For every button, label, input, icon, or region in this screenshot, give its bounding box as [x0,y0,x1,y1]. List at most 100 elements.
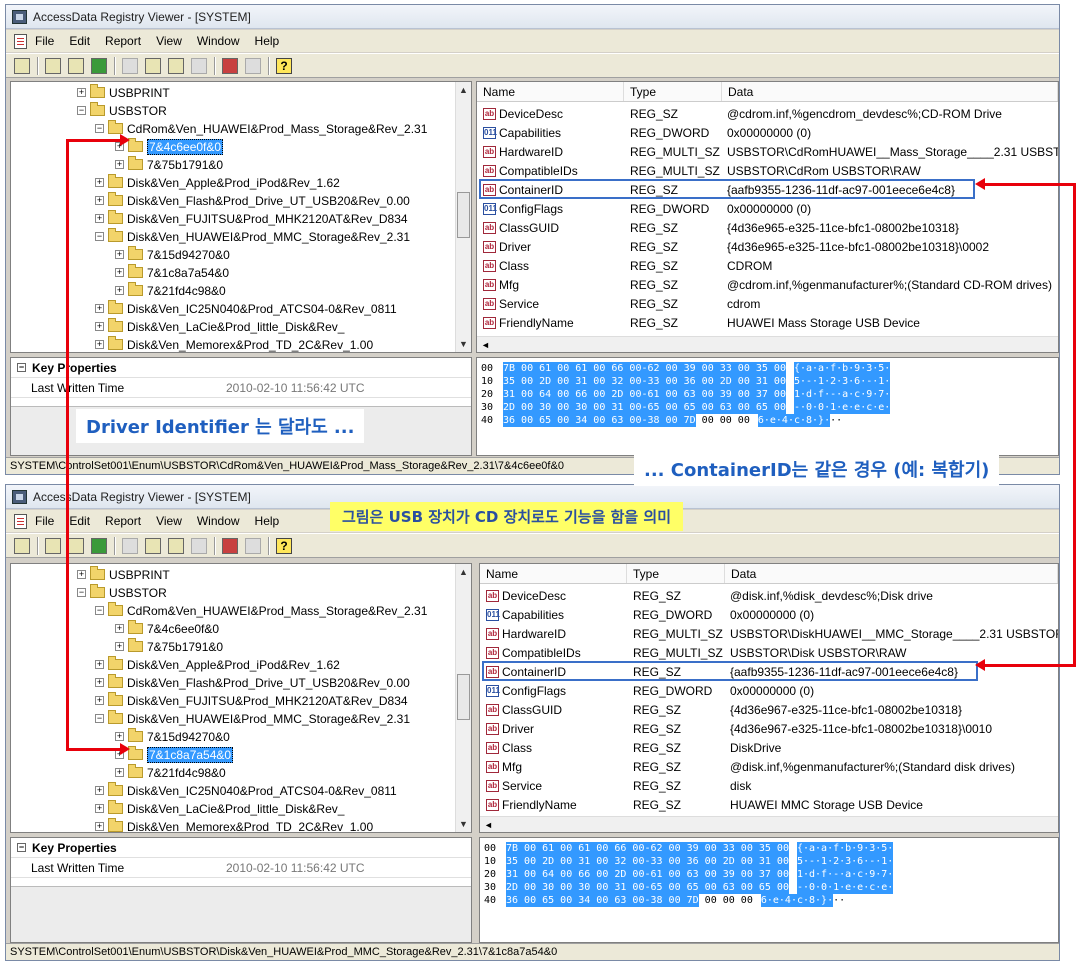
value-row[interactable]: ab Service REG_SZ disk [480,776,1058,795]
report-add-icon[interactable] [168,57,184,74]
list-hscrollbar[interactable]: ◄ [477,336,1058,352]
tree-scrollbar[interactable]: ▲ ▼ [455,82,471,352]
tree-node-label[interactable]: 7&4c6ee0f&0 [147,622,219,636]
tree-node-label[interactable]: 7&15d94270&0 [147,730,230,744]
value-row[interactable]: ab DeviceDesc REG_SZ @disk.inf,%disk_devdes… [480,586,1058,605]
collapse-icon[interactable]: − [95,124,104,133]
expand-icon[interactable]: + [95,340,104,349]
tree-scrollbar[interactable]: ▲ ▼ [455,564,471,832]
value-row[interactable]: ab FriendlyName REG_SZ HUAWEI MMC Storage U… [480,795,1058,814]
column-type[interactable]: Type [627,564,725,583]
value-row[interactable]: 011 ConfigFlags REG_DWORD 0x00000000 (0) [480,681,1058,700]
tree-node[interactable]: +7&4c6ee0f&0 [115,137,224,156]
tree-node[interactable]: − CdRom&Ven_HUAWEI&Prod_Mass_Storage&Rev_… [95,119,427,138]
find-next-icon[interactable] [245,537,261,554]
help-icon[interactable]: ? [276,537,292,554]
tree-node[interactable]: − USBSTOR [77,583,167,602]
value-row[interactable]: ab Mfg REG_SZ @disk.inf,%genmanufacturer%;(… [480,757,1058,776]
expand-icon[interactable]: + [95,304,104,313]
expand-icon[interactable]: + [95,660,104,669]
menu-file[interactable]: File [35,34,54,48]
tree-node-label[interactable]: USBPRINT [109,86,170,100]
tree-node-label[interactable]: 7&21fd4c98&0 [147,766,226,780]
tree-node[interactable]: + Disk&Ven_Apple&Prod_iPod&Rev_1.62 [95,655,340,674]
report-view-icon[interactable] [191,57,207,74]
value-row[interactable]: ab Driver REG_SZ {4d36e967-e325-11ce-bfc1-0… [480,719,1058,738]
print-icon[interactable] [45,537,61,554]
value-row[interactable]: ab DeviceDesc REG_SZ @cdrom.inf,%gencdrom_d… [477,104,1058,123]
expand-icon[interactable]: + [95,804,104,813]
expand-icon[interactable]: + [77,88,86,97]
expand-icon[interactable]: + [95,822,104,831]
tree-node[interactable]: + Disk&Ven_IC25N040&Prod_ATCS04-0&Rev_081… [95,299,397,318]
tree-node[interactable]: +7&75b1791&0 [115,155,223,174]
collapse-icon[interactable]: − [77,106,86,115]
tree-node-label[interactable]: Disk&Ven_Memorex&Prod_TD_2C&Rev_1.00 [127,338,373,352]
expand-icon[interactable]: + [95,322,104,331]
expand-icon[interactable]: + [115,286,124,295]
collapse-icon[interactable]: − [95,714,104,723]
value-row[interactable]: ab HardwareID REG_MULTI_SZ USBSTOR\CdRomHUA… [477,142,1058,161]
report-icon[interactable] [145,57,161,74]
value-row[interactable]: ab FriendlyName REG_SZ HUAWEI Mass Storage … [477,313,1058,332]
report-icon[interactable] [145,537,161,554]
tree-node-label[interactable]: CdRom&Ven_HUAWEI&Prod_Mass_Storage&Rev_2… [127,604,427,618]
collapse-icon[interactable]: − [95,606,104,615]
tree-node-label[interactable]: USBPRINT [109,568,170,582]
tree-node-label[interactable]: Disk&Ven_HUAWEI&Prod_MMC_Storage&Rev_2.3… [127,230,410,244]
scroll-down-arrow-icon[interactable]: ▼ [456,336,471,352]
menu-window[interactable]: Window [197,514,240,528]
expand-icon[interactable]: + [115,268,124,277]
expand-icon[interactable]: + [115,768,124,777]
tree-node-label[interactable]: Disk&Ven_Apple&Prod_iPod&Rev_1.62 [127,176,340,190]
menu-view[interactable]: View [156,514,182,528]
tree-node-label[interactable]: 7&15d94270&0 [147,248,230,262]
collapse-icon[interactable]: − [17,363,26,372]
scroll-thumb[interactable] [457,192,470,238]
column-type[interactable]: Type [624,82,722,101]
scroll-up-arrow-icon[interactable]: ▲ [456,564,471,580]
key-properties-header[interactable]: − Key Properties [11,838,471,858]
expand-icon[interactable]: + [115,732,124,741]
value-row[interactable]: 011 Capabilities REG_DWORD 0x00000000 (0) [480,605,1058,624]
tree-node[interactable]: + USBPRINT [77,565,170,584]
expand-icon[interactable]: + [115,250,124,259]
collapse-icon[interactable]: − [77,588,86,597]
menu-report[interactable]: Report [105,34,141,48]
tree-node-label[interactable]: Disk&Ven_FUJITSU&Prod_MHK2120AT&Rev_D834 [127,212,408,226]
tree-node-label[interactable]: 7&75b1791&0 [147,640,223,654]
tree-node-label[interactable]: Disk&Ven_Apple&Prod_iPod&Rev_1.62 [127,658,340,672]
value-row[interactable]: ab Service REG_SZ cdrom [477,294,1058,313]
tree-node-label[interactable]: 7&75b1791&0 [147,158,223,172]
tree-node[interactable]: − USBSTOR [77,101,167,120]
tree-node[interactable]: +7&15d94270&0 [115,727,230,746]
tree-node-label[interactable]: 7&4c6ee0f&0 [147,138,224,155]
tree-node-label[interactable]: Disk&Ven_LaCie&Prod_little_Disk&Rev_ [127,320,344,334]
tree-node-label[interactable]: CdRom&Ven_HUAWEI&Prod_Mass_Storage&Rev_2… [127,122,427,136]
collapse-icon[interactable]: − [95,232,104,241]
expand-icon[interactable]: + [95,178,104,187]
tree-node[interactable]: +7&21fd4c98&0 [115,763,226,782]
column-name[interactable]: Name [477,82,624,101]
scroll-up-arrow-icon[interactable]: ▲ [456,82,471,98]
tree-node-label[interactable]: Disk&Ven_FUJITSU&Prod_MHK2120AT&Rev_D834 [127,694,408,708]
help-icon[interactable]: ? [276,57,292,74]
menu-help[interactable]: Help [255,34,280,48]
tree-node[interactable]: + Disk&Ven_Flash&Prod_Drive_UT_USB20&Rev_… [95,673,410,692]
document-icon[interactable] [14,33,27,49]
tree-node[interactable]: − Disk&Ven_HUAWEI&Prod_MMC_Storage&Rev_2.… [95,709,410,728]
report-view-icon[interactable] [191,537,207,554]
tree-node-label[interactable]: 7&1c8a7a54&0 [147,266,229,280]
tree-node-label[interactable]: 7&21fd4c98&0 [147,284,226,298]
expand-icon[interactable]: + [115,160,124,169]
tree-node-label[interactable]: Disk&Ven_IC25N040&Prod_ATCS04-0&Rev_0811 [127,302,397,316]
tree-node-label[interactable]: Disk&Ven_Flash&Prod_Drive_UT_USB20&Rev_0… [127,676,410,690]
expand-icon[interactable]: + [77,570,86,579]
tree-node[interactable]: +7&1c8a7a54&0 [115,745,234,764]
tree-node[interactable]: + Disk&Ven_LaCie&Prod_little_Disk&Rev_ [95,799,344,818]
key-icon[interactable] [91,57,107,74]
tree-node[interactable]: + Disk&Ven_FUJITSU&Prod_MHK2120AT&Rev_D83… [95,691,408,710]
registry-tree[interactable]: ▲ ▼ + USBPRINT − USBSTOR − CdRom&Ven_HUAWEI&P… [10,563,472,833]
value-row[interactable]: ab Mfg REG_SZ @cdrom.inf,%genmanufacturer%;… [477,275,1058,294]
print-preview-icon[interactable] [68,57,84,74]
